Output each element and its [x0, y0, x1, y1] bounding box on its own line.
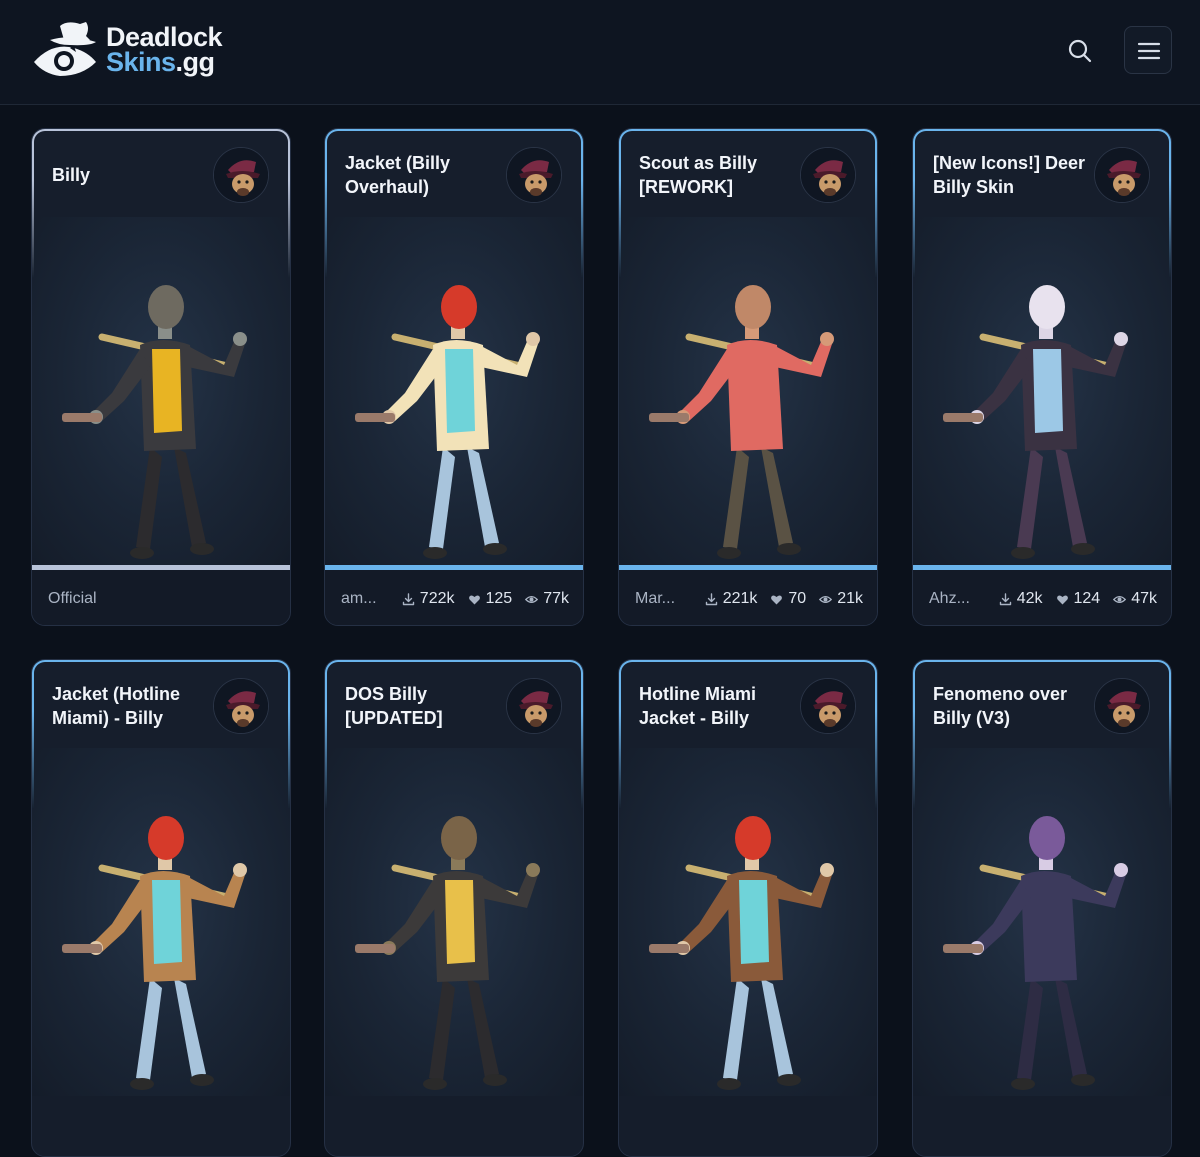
card-author[interactable]: am...	[341, 590, 377, 608]
heart-icon	[771, 595, 783, 604]
skin-card[interactable]: Jacket (Hotline Miami) - Billy	[31, 659, 291, 1157]
download-icon	[402, 592, 414, 605]
skin-card[interactable]: Billy Official	[31, 128, 291, 626]
card-accent-border	[325, 129, 583, 278]
view-count-value: 21k	[837, 590, 863, 607]
download-icon	[999, 592, 1011, 605]
eye-icon	[525, 595, 539, 603]
download-count-value: 42k	[1016, 590, 1043, 607]
view-count: 77k	[525, 590, 569, 608]
eye-icon	[1113, 595, 1127, 603]
download-count: 722k	[402, 590, 455, 608]
like-count: 124	[1056, 590, 1101, 608]
skin-card[interactable]: Hotline Miami Jacket - Billy	[618, 659, 878, 1157]
card-author[interactable]: Official	[48, 590, 97, 608]
skin-card[interactable]: Jacket (Billy Overhaul) am... 722k 125 77k	[324, 128, 584, 626]
card-accent-border	[913, 129, 1171, 278]
card-accent-border	[913, 660, 1171, 809]
card-footer: Official	[32, 570, 290, 625]
skin-card[interactable]: Scout as Billy [REWORK] Mar... 221k 70 21k	[618, 128, 878, 626]
heart-icon	[1056, 595, 1068, 604]
view-count-value: 47k	[1131, 590, 1157, 607]
card-footer: Ahz... 42k 124 47k	[913, 570, 1171, 625]
eye-icon	[819, 595, 833, 603]
card-accent-border	[325, 660, 583, 809]
card-accent-border	[32, 129, 290, 278]
download-count-value: 221k	[722, 590, 758, 607]
like-count-value: 125	[485, 590, 513, 607]
skin-card[interactable]: Fenomeno over Billy (V3)	[912, 659, 1172, 1157]
like-count-value: 70	[788, 590, 807, 607]
card-stats: 42k 124 47k	[999, 590, 1157, 608]
view-count: 21k	[819, 590, 863, 608]
card-author[interactable]: Mar...	[635, 590, 675, 608]
like-count: 125	[468, 590, 513, 608]
card-accent-border	[619, 129, 877, 278]
skin-card[interactable]: DOS Billy [UPDATED]	[324, 659, 584, 1157]
like-count: 70	[770, 590, 806, 608]
download-count-value: 722k	[419, 590, 455, 607]
skin-card[interactable]: [New Icons!] Deer Billy Skin Ahz... 42k 124…	[912, 128, 1172, 626]
like-count-value: 124	[1073, 590, 1101, 607]
card-footer: am... 722k 125 77k	[325, 570, 583, 625]
card-stats: 722k 125 77k	[402, 590, 569, 608]
download-count: 42k	[999, 590, 1043, 608]
skin-grid: Billy Official Jacket (Billy Overhaul) am..…	[0, 0, 1200, 1157]
download-icon	[705, 592, 717, 605]
card-accent-border	[32, 660, 290, 809]
download-count: 221k	[705, 590, 758, 608]
view-count-value: 77k	[543, 590, 569, 607]
card-stats: 221k 70 21k	[705, 590, 863, 608]
view-count: 47k	[1113, 590, 1157, 608]
card-footer: Mar... 221k 70 21k	[619, 570, 877, 625]
heart-icon	[468, 595, 480, 604]
card-author[interactable]: Ahz...	[929, 590, 970, 608]
card-accent-border	[619, 660, 877, 809]
